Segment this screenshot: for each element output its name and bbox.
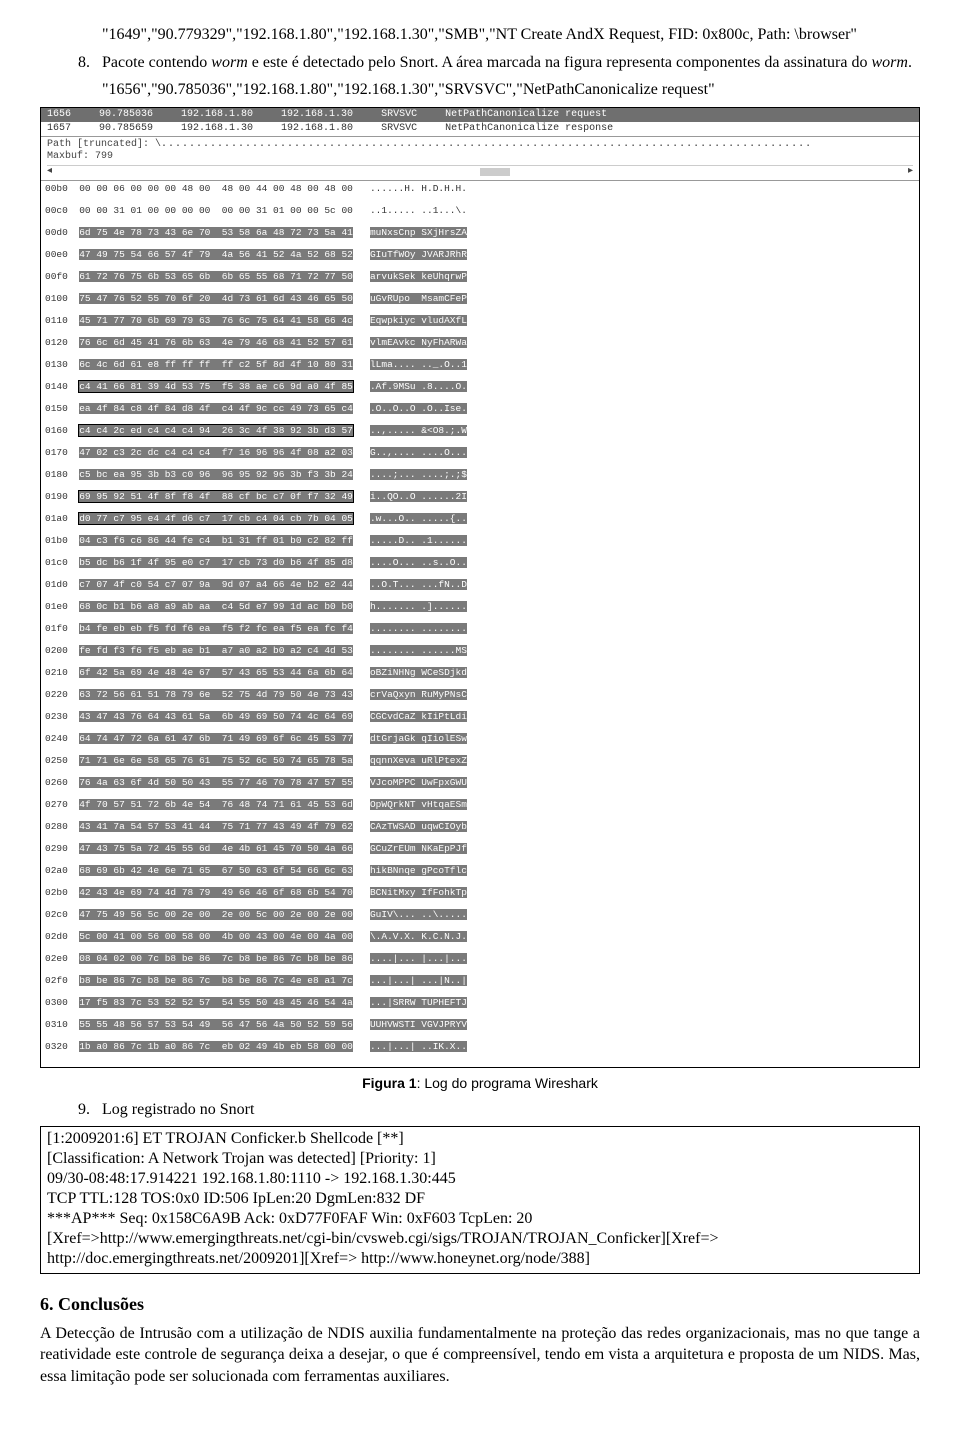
hex-line: 0260 76 4a 63 6f 4d 50 50 43 55 77 46 70… bbox=[45, 777, 915, 788]
hex-line: 0270 4f 70 57 51 72 6b 4e 54 76 48 74 71… bbox=[45, 799, 915, 810]
snort-line: [Xref=>http://www.emergingthreats.net/cg… bbox=[47, 1229, 913, 1269]
hex-line: 0100 75 47 76 52 55 70 6f 20 4d 73 61 6d… bbox=[45, 293, 915, 304]
hex-line: 01b0 04 c3 f6 c6 86 44 fe c4 b1 31 ff 01… bbox=[45, 535, 915, 546]
hex-line: 0120 76 6c 6d 45 41 76 6b 63 4e 79 46 68… bbox=[45, 337, 915, 348]
maxbuf-field: Maxbuf: 799 bbox=[47, 151, 913, 163]
hex-line: 02c0 47 75 49 56 5c 00 2e 00 2e 00 5c 00… bbox=[45, 909, 915, 920]
hex-line: 00c0 00 00 31 01 00 00 00 00 00 00 31 01… bbox=[45, 205, 915, 216]
hex-line: 0210 6f 42 5a 69 4e 48 4e 67 57 43 65 53… bbox=[45, 667, 915, 678]
section-6-heading: 6. Conclusões bbox=[40, 1292, 920, 1316]
hex-line: 00e0 47 49 75 54 66 57 4f 79 4a 56 41 52… bbox=[45, 249, 915, 260]
chevron-left-icon[interactable]: ◂ bbox=[47, 166, 52, 178]
horizontal-scrollbar[interactable] bbox=[480, 168, 510, 176]
hex-line: 01a0 d0 77 c7 95 e4 4f d6 c7 17 cb c4 04… bbox=[45, 513, 915, 524]
hex-line: 0150 ea 4f 84 c8 4f 84 d8 4f c4 4f 9c cc… bbox=[45, 403, 915, 414]
hex-line: 0310 55 55 48 56 57 53 54 49 56 47 56 4a… bbox=[45, 1019, 915, 1030]
hex-line: 0170 47 02 c3 2c dc c4 c4 c4 f7 16 96 96… bbox=[45, 447, 915, 458]
snort-line: TCP TTL:128 TOS:0x0 ID:506 IpLen:20 DgmL… bbox=[47, 1189, 913, 1209]
snort-log-box: [1:2009201:6] ET TROJAN Conficker.b Shel… bbox=[40, 1126, 920, 1274]
snort-line: [Classification: A Network Trojan was de… bbox=[47, 1149, 913, 1169]
hex-line: 01f0 b4 fe eb eb f5 fd f6 ea f5 f2 fc ea… bbox=[45, 623, 915, 634]
hex-line: 02b0 42 43 4e 69 74 4d 78 79 49 66 46 6f… bbox=[45, 887, 915, 898]
hex-line: 0300 17 f5 83 7c 53 52 52 57 54 55 50 48… bbox=[45, 997, 915, 1008]
step-8: 8. Pacote contendo worm e este é detecta… bbox=[78, 52, 920, 74]
hex-line: 0230 43 47 43 76 64 43 61 5a 6b 49 69 50… bbox=[45, 711, 915, 722]
hex-line: 0110 45 71 77 70 6b 69 79 63 76 6c 75 64… bbox=[45, 315, 915, 326]
hex-line: 00f0 61 72 76 75 6b 53 65 6b 6b 65 55 68… bbox=[45, 271, 915, 282]
hex-line: 00b0 00 00 06 00 00 00 48 00 48 00 44 00… bbox=[45, 183, 915, 194]
packet-1649-line: "1649","90.779329","192.168.1.80","192.1… bbox=[102, 24, 920, 46]
hex-line: 01e0 68 0c b1 b6 a8 a9 ab aa c4 5d e7 99… bbox=[45, 601, 915, 612]
hex-line: 01c0 b5 dc b6 1f 4f 95 e0 c7 17 cb 73 d0… bbox=[45, 557, 915, 568]
hex-line: 02a0 68 69 6b 42 4e 6e 71 65 67 50 63 6f… bbox=[45, 865, 915, 876]
step-8-text: Pacote contendo worm e este é detectado … bbox=[102, 52, 920, 74]
hex-line: 02d0 5c 00 41 00 56 00 58 00 4b 00 43 00… bbox=[45, 931, 915, 942]
hex-line: 02e0 08 04 02 00 7c b8 be 86 7c b8 be 86… bbox=[45, 953, 915, 964]
step-8-number: 8. bbox=[78, 52, 102, 74]
snort-line: 09/30-08:48:17.914221 192.168.1.80:1110 … bbox=[47, 1169, 913, 1189]
step-9: 9. Log registrado no Snort bbox=[78, 1099, 920, 1121]
step-9-text: Log registrado no Snort bbox=[102, 1099, 920, 1121]
hex-line: 02f0 b8 be 86 7c b8 be 86 7c b8 be 86 7c… bbox=[45, 975, 915, 986]
hex-line: 0320 1b a0 86 7c 1b a0 86 7c eb 02 49 4b… bbox=[45, 1041, 915, 1052]
hex-line: 0160 c4 c4 2c ed c4 c4 c4 94 26 3c 4f 38… bbox=[45, 425, 915, 436]
step-9-number: 9. bbox=[78, 1099, 102, 1121]
hex-line: 0220 63 72 56 61 51 78 79 6e 52 75 4d 79… bbox=[45, 689, 915, 700]
packet-1656-line: "1656","90.785036","192.168.1.80","192.1… bbox=[102, 79, 920, 101]
section-6-para: A Detecção de Intrusão com a utilização … bbox=[40, 1323, 920, 1388]
packet-list-row-selected[interactable]: 1656 90.785036 192.168.1.80 192.168.1.30… bbox=[41, 108, 919, 122]
hex-line: 0180 c5 bc ea 95 3b b3 c0 96 96 95 92 96… bbox=[45, 469, 915, 480]
wireshark-screenshot: 1656 90.785036 192.168.1.80 192.168.1.30… bbox=[40, 107, 920, 1068]
hex-line: 0130 6c 4c 6d 61 e8 ff ff ff ff c2 5f 8d… bbox=[45, 359, 915, 370]
hex-line: 0250 71 71 6e 6e 58 65 76 61 75 52 6c 50… bbox=[45, 755, 915, 766]
figure-1-caption: Figura 1: Log do programa Wireshark bbox=[40, 1074, 920, 1093]
snort-line: ***AP*** Seq: 0x158C6A9B Ack: 0xD77F0FAF… bbox=[47, 1209, 913, 1229]
packet-list-row[interactable]: 1657 90.785659 192.168.1.30 192.168.1.80… bbox=[41, 122, 919, 136]
chevron-right-icon[interactable]: ▸ bbox=[908, 166, 913, 178]
hex-dump-pane[interactable]: 00b0 00 00 06 00 00 00 48 00 48 00 44 00… bbox=[41, 181, 919, 1067]
hex-line: 0290 47 43 75 5a 72 45 55 6d 4e 4b 61 45… bbox=[45, 843, 915, 854]
snort-line: [1:2009201:6] ET TROJAN Conficker.b Shel… bbox=[47, 1129, 913, 1149]
hex-line: 0140 c4 41 66 81 39 4d 53 75 f5 38 ae c6… bbox=[45, 381, 915, 392]
packet-details-pane[interactable]: Path [truncated]: \ Maxbuf: 799 ◂ ▸ bbox=[41, 136, 919, 181]
hex-line: 01d0 c7 07 4f c0 54 c7 07 9a 9d 07 a4 66… bbox=[45, 579, 915, 590]
hex-line: 0240 64 74 47 72 6a 61 47 6b 71 49 69 6f… bbox=[45, 733, 915, 744]
hex-line: 00d0 6d 75 4e 78 73 43 6e 70 53 58 6a 48… bbox=[45, 227, 915, 238]
hex-line: 0190 69 95 92 51 4f 8f f8 4f 88 cf bc c7… bbox=[45, 491, 915, 502]
path-field: Path [truncated]: \ bbox=[47, 139, 161, 150]
hex-line: 0200 fe fd f3 f6 f5 eb ae b1 a7 a0 a2 b0… bbox=[45, 645, 915, 656]
hex-line: 0280 43 41 7a 54 57 53 41 44 75 71 77 43… bbox=[45, 821, 915, 832]
